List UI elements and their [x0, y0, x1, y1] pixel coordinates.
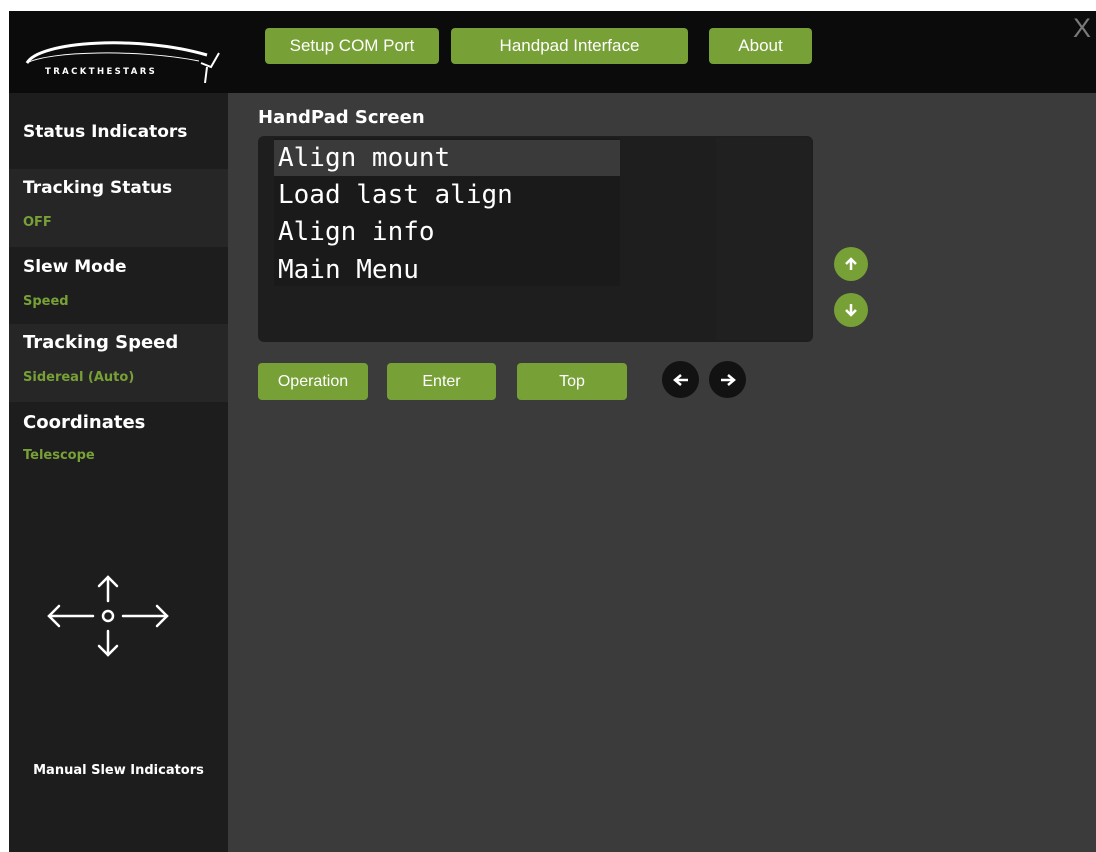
menu-line-load-last-align[interactable]: Load last align [274, 177, 620, 213]
slew-mode-value: Speed [23, 294, 69, 309]
about-button[interactable]: About [709, 28, 812, 64]
manual-slew-indicator [43, 573, 173, 703]
handpad-screen-title: HandPad Screen [258, 107, 425, 128]
slew-mode-label: Slew Mode [23, 257, 127, 277]
manual-slew-indicators-label: Manual Slew Indicators [33, 763, 204, 778]
slew-down-arrow-icon [97, 629, 119, 657]
scroll-up-button[interactable] [834, 247, 868, 281]
slew-up-arrow-icon [97, 575, 119, 603]
arrow-left-icon [672, 373, 688, 386]
trackthestars-logo: TRACKTHESTARS [19, 23, 229, 84]
slew-right-arrow-icon [121, 604, 169, 628]
coordinates-label: Coordinates [23, 412, 146, 433]
enter-button[interactable]: Enter [387, 363, 496, 400]
slew-mode-section: Slew Mode Speed [9, 247, 228, 324]
logo-text: TRACKTHESTARS [45, 67, 158, 77]
tracking-speed-label: Tracking Speed [23, 332, 179, 353]
coordinates-section: Coordinates Telescope [9, 402, 228, 480]
screen-right-panel [716, 138, 811, 340]
close-icon[interactable]: X [1073, 13, 1096, 43]
arrow-right-icon [720, 373, 736, 386]
slew-left-arrow-icon [47, 604, 95, 628]
coordinates-value: Telescope [23, 448, 95, 463]
tracking-status-label: Tracking Status [23, 178, 173, 198]
sidebar: Status Indicators Tracking Status OFF Sl… [9, 93, 228, 852]
left-arrow-button[interactable] [662, 361, 699, 398]
top-bar: TRACKTHESTARS Setup COM Port Handpad Int… [9, 11, 1096, 93]
menu-line-main-menu[interactable]: Main Menu [274, 252, 620, 288]
arrow-down-icon [845, 304, 857, 317]
scroll-down-button[interactable] [834, 293, 868, 327]
top-button[interactable]: Top [517, 363, 627, 400]
right-arrow-button[interactable] [709, 361, 746, 398]
handpad-screen: Align mount Load last align Align info M… [258, 136, 813, 342]
menu-line-align-mount[interactable]: Align mount [274, 140, 620, 176]
handpad-interface-button[interactable]: Handpad Interface [451, 28, 688, 64]
operation-button[interactable]: Operation [258, 363, 368, 400]
status-indicators-title: Status Indicators [23, 122, 188, 142]
tracking-status-section: Tracking Status OFF [9, 169, 228, 247]
tracking-speed-value: Sidereal (Auto) [23, 370, 135, 385]
tracking-status-value: OFF [23, 215, 52, 230]
menu-line-align-info[interactable]: Align info [274, 214, 620, 250]
app-window: TRACKTHESTARS Setup COM Port Handpad Int… [9, 11, 1096, 852]
slew-center-dot-icon [101, 609, 115, 623]
setup-com-port-button[interactable]: Setup COM Port [265, 28, 439, 64]
tracking-speed-section: Tracking Speed Sidereal (Auto) [9, 324, 228, 402]
arrow-up-icon [845, 257, 857, 270]
status-indicators-section: Status Indicators [9, 93, 228, 169]
